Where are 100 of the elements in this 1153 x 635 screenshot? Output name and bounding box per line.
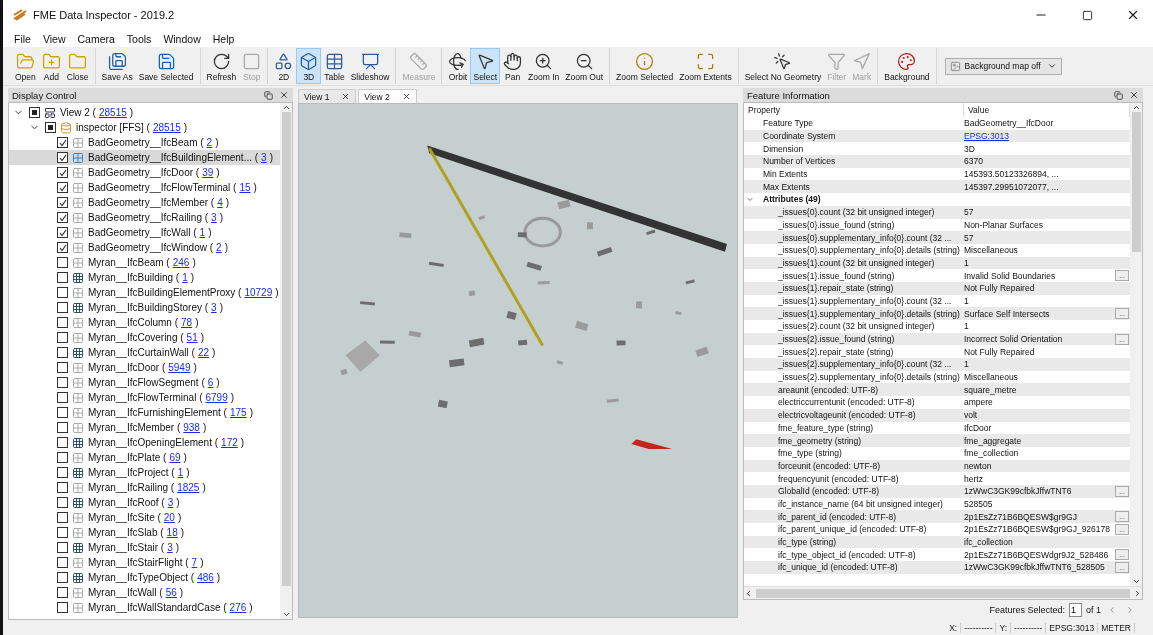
toolbar-button[interactable]: Open [12,48,39,84]
checkbox[interactable] [57,572,68,583]
count-link[interactable]: 1 [182,272,188,283]
menu-item[interactable]: Window [158,30,206,47]
checkbox[interactable] [57,542,68,553]
layer-name[interactable]: Myran__IfcFurnishingElement ( [88,407,227,418]
count-link[interactable]: 28515 [152,122,181,133]
count-link[interactable]: 10729 [244,287,273,298]
menu-item[interactable]: Camera [72,30,120,47]
layer-name[interactable]: Myran__IfcFlowTerminal ( [88,392,203,403]
toolbar-button[interactable]: Close [63,48,92,84]
checkbox[interactable] [57,557,68,568]
checkbox[interactable] [57,212,68,223]
menu-item[interactable]: View [37,30,71,47]
layer-name[interactable]: BadGeometry__IfcWindow ( [88,242,214,253]
checkbox[interactable] [57,137,68,148]
count-link[interactable]: 4 [217,197,223,208]
checkbox[interactable] [57,317,68,328]
layer-name[interactable]: BadGeometry__IfcBuildingElement... ( [88,152,259,163]
checkbox[interactable] [57,422,68,433]
layer-name[interactable]: Myran__IfcCovering ( [88,332,184,343]
checkbox[interactable] [57,167,68,178]
checkbox[interactable] [57,347,68,358]
checkbox[interactable] [57,512,68,523]
toolbar-button[interactable]: Slideshow [347,48,393,84]
checkbox[interactable] [57,182,68,193]
count-link[interactable]: 51 [186,332,198,343]
count-link[interactable]: 2 [216,242,222,253]
count-link[interactable]: 3 [167,542,173,553]
count-link[interactable]: 1825 [177,482,200,493]
count-link[interactable]: 6 [207,377,214,388]
toolbar-button[interactable]: Save Selected [135,48,197,84]
checkbox[interactable] [57,152,68,163]
layer-name[interactable]: Myran__IfcSite ( [88,512,161,523]
count-link[interactable]: 276 [229,602,247,613]
layer-name[interactable]: BadGeometry__IfcFlowTerminal ( [88,182,237,193]
toolbar-button[interactable]: Save As [98,48,136,84]
scrollbar[interactable] [744,586,1142,599]
checkbox[interactable] [57,242,68,253]
layer-name[interactable]: BadGeometry__IfcBeam ( [88,137,204,148]
checkbox[interactable] [57,482,68,493]
float-button[interactable] [1114,90,1123,100]
close-button[interactable] [279,90,289,100]
count-link[interactable]: 69 [169,452,181,463]
layer-name[interactable]: Myran__IfcWallStandardCase ( [88,602,227,613]
toolbar-button[interactable]: Table [321,48,348,84]
toolbar-button[interactable]: 3D [296,48,322,84]
count-link[interactable]: 39 [202,167,214,178]
checkbox[interactable] [45,122,56,133]
layer-name[interactable]: Myran__IfcColumn ( [88,317,179,328]
layer-name[interactable]: BadGeometry__IfcRailing ( [88,212,209,223]
layer-name[interactable]: Myran__IfcRailing ( [88,482,175,493]
checkbox[interactable] [57,227,68,238]
count-link[interactable]: 6799 [205,392,228,403]
layer-name[interactable]: Myran__IfcWall ( [88,587,163,598]
count-link[interactable]: 20 [163,512,175,523]
count-link[interactable]: 22 [197,347,209,358]
toolbar-button[interactable]: Zoom Out [562,48,607,84]
checkbox[interactable] [57,272,68,283]
menu-item[interactable]: Tools [121,30,157,47]
view-tab[interactable]: View 1 [298,89,357,103]
count-link[interactable]: 246 [172,257,190,268]
scrollbar[interactable] [280,103,292,619]
layer-name[interactable]: Myran__IfcRoof ( [88,497,165,508]
count-link[interactable]: 15 [239,182,251,193]
checkbox[interactable] [57,362,68,373]
checkbox[interactable] [57,467,68,478]
close-button[interactable] [1129,90,1139,100]
checkbox[interactable] [57,452,68,463]
count-link[interactable]: 78 [181,317,193,328]
count-link[interactable]: 56 [165,587,177,598]
checkbox[interactable] [57,257,68,268]
count-link[interactable]: 486 [197,572,214,583]
float-button[interactable] [264,90,273,100]
checkbox[interactable] [57,377,68,388]
toolbar-button[interactable]: Select [470,48,501,84]
count-link[interactable]: 938 [183,422,200,433]
scroll-thumb[interactable] [1131,112,1141,252]
layer-name[interactable]: Myran__IfcFlowSegment ( [88,377,205,388]
layer-name[interactable]: Myran__IfcCurtainWall ( [88,347,195,358]
toolbar-button[interactable]: Zoom In [525,48,563,84]
feature-index-field[interactable]: 1 [1069,603,1082,617]
layer-name[interactable]: Myran__IfcBuildingElementProxy ( [88,287,242,298]
checkbox[interactable] [57,332,68,343]
layer-name[interactable]: Myran__IfcSlab ( [88,527,164,538]
count-link[interactable]: 3 [167,497,174,508]
value-link[interactable]: EPSG:3013 [964,131,1009,142]
menu-item[interactable]: File [9,30,36,47]
layer-name[interactable]: Myran__IfcStair ( [88,542,165,553]
layer-name[interactable]: Myran__IfcPlate ( [88,452,167,463]
layer-name[interactable]: Myran__IfcStairFlight ( [88,557,189,568]
toolbar-button[interactable]: Refresh [203,48,240,84]
layer-name[interactable]: Myran__IfcMember ( [88,422,181,433]
count-link[interactable]: 5949 [168,362,191,373]
toolbar-button[interactable]: Zoom Extents [676,48,735,84]
count-link[interactable]: 3 [211,302,217,313]
toolbar-button[interactable]: Add [38,48,64,84]
toolbar-button[interactable]: Background [881,48,933,84]
layer-name[interactable]: Myran__IfcBeam ( [88,257,170,268]
layer-name[interactable]: View 2 ( [60,107,96,118]
